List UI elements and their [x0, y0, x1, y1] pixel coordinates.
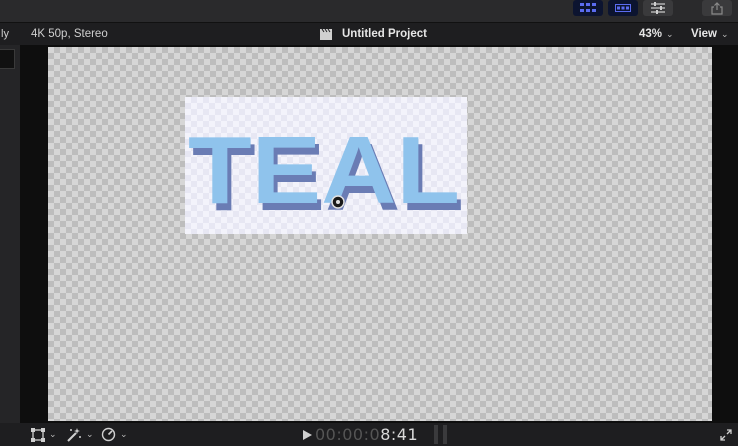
project-title: Untitled Project: [342, 28, 427, 40]
chevron-down-icon: ⌄: [721, 29, 729, 39]
sidebar-edge: [0, 45, 20, 423]
chevron-down-icon: ⌄: [49, 429, 57, 439]
viewer-bottom-bar: ⌄ ⌄ ⌄ 00:00:08:41: [0, 423, 738, 446]
title-3d-text: TEAL TEAL: [188, 117, 464, 231]
viewer-info-bar: ly 4K 50p, Stereo Untitled Project 43% ⌄ …: [0, 23, 738, 45]
fullscreen-icon: [720, 428, 732, 441]
chevron-down-icon: ⌄: [86, 429, 94, 439]
project-title-group: Untitled Project: [320, 23, 427, 45]
transform-anchor-icon[interactable]: [331, 195, 345, 209]
play-icon: [303, 429, 312, 440]
sidebar-field[interactable]: [0, 49, 15, 69]
audio-meter-right: [443, 425, 447, 444]
share-icon: [711, 1, 723, 15]
title-clip-bounds[interactable]: TEAL TEAL: [185, 97, 467, 234]
format-label: 4K 50p, Stereo: [31, 28, 108, 40]
transform-tool-menu[interactable]: ⌄: [31, 423, 57, 446]
fullscreen-button[interactable]: [720, 423, 732, 446]
timecode-value: 8:41: [380, 425, 419, 444]
top-toolbar: [0, 0, 738, 23]
chevron-down-icon: ⌄: [120, 429, 128, 439]
speedometer-icon: [101, 427, 116, 442]
enhancements-menu[interactable]: ⌄: [66, 423, 94, 446]
clapperboard-icon: [320, 28, 332, 40]
browser-grid-icon: [580, 3, 596, 12]
browser-toggle-button[interactable]: [573, 0, 603, 16]
retime-menu[interactable]: ⌄: [101, 423, 128, 446]
inspector-toggle-button[interactable]: [643, 0, 673, 16]
timeline-grid-icon: [615, 4, 631, 12]
zoom-menu[interactable]: 43% ⌄: [639, 23, 674, 45]
timeline-toggle-button[interactable]: [608, 0, 638, 16]
timecode-leading: 00:00:0: [315, 425, 381, 444]
view-menu-label: View: [691, 28, 717, 40]
zoom-value: 43%: [639, 28, 663, 40]
magic-wand-icon: [67, 428, 81, 442]
play-button[interactable]: [303, 423, 312, 446]
share-button[interactable]: [702, 0, 732, 16]
sidebar-cut-label: ly: [1, 28, 9, 40]
crop-transform-icon: [31, 427, 45, 442]
timecode-display[interactable]: 00:00:08:41: [315, 423, 418, 446]
inspector-sliders-icon: [651, 2, 665, 14]
title-text: TEAL: [188, 117, 460, 224]
audio-meter-left: [434, 425, 438, 444]
chevron-down-icon: ⌄: [666, 29, 674, 39]
view-menu[interactable]: View ⌄: [691, 23, 729, 45]
